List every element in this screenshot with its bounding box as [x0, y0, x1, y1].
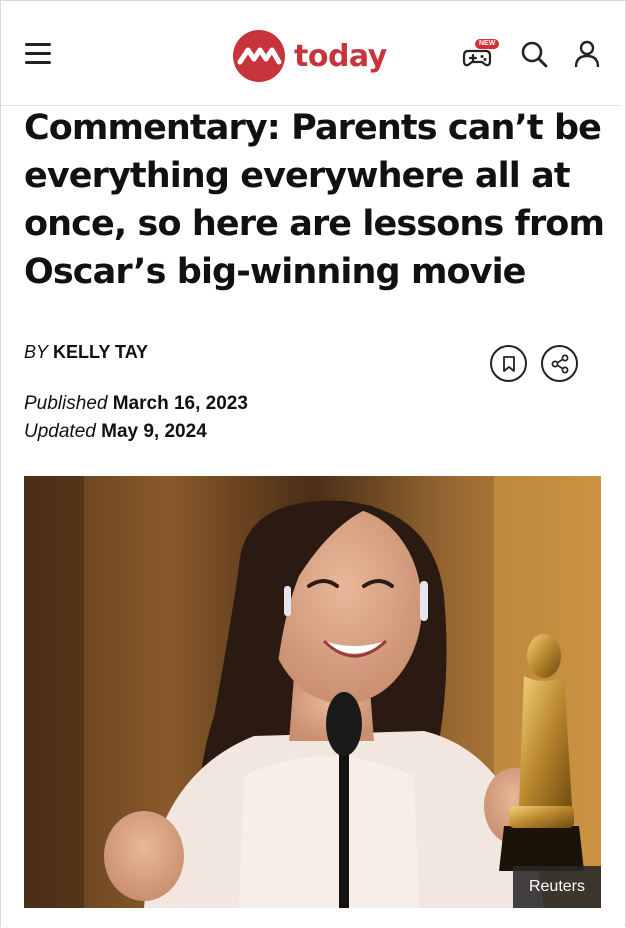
hero-photo-illustration — [24, 476, 601, 908]
updated-date: May 9, 2024 — [101, 421, 207, 442]
share-icon — [551, 354, 568, 373]
top-navigation-bar: today NEW — [1, 1, 621, 106]
share-button[interactable] — [541, 345, 578, 382]
published-label: Published — [24, 393, 108, 414]
published-date: March 16, 2023 — [112, 393, 248, 414]
byline-prefix: BY — [24, 342, 49, 362]
bookmark-icon — [502, 355, 515, 372]
new-badge: NEW — [475, 39, 500, 49]
search-icon[interactable] — [519, 39, 549, 69]
logo-mark-icon — [233, 30, 285, 82]
article-dates: Published March 16, 2023 Updated May 9, … — [24, 390, 248, 446]
menu-icon[interactable] — [25, 43, 52, 65]
published-line: Published March 16, 2023 — [24, 390, 248, 418]
author-link[interactable]: KELLY TAY — [53, 342, 148, 362]
logo-text: today — [294, 38, 387, 74]
user-icon[interactable] — [572, 39, 602, 69]
updated-line: Updated May 9, 2024 — [24, 418, 248, 446]
article-headline: Commentary: Parents can’t be everything … — [24, 108, 605, 292]
updated-label: Updated — [24, 421, 96, 442]
image-credit: Reuters — [512, 866, 601, 908]
byline: BY KELLY TAY — [24, 342, 148, 363]
today-logo[interactable]: today — [233, 30, 387, 82]
bookmark-button[interactable] — [490, 345, 527, 382]
hero-image: Reuters — [24, 476, 601, 908]
